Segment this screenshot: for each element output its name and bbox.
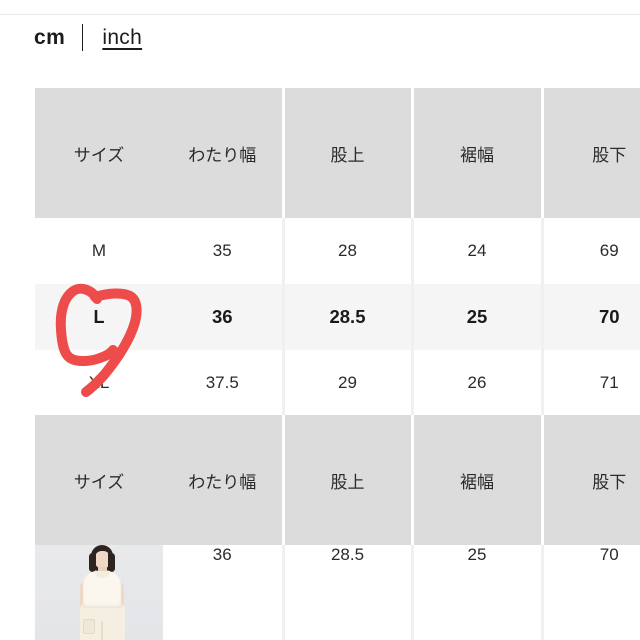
size-table-secondary-body: 36 28.5 25 70 (35, 545, 640, 640)
model-cargo-pocket (83, 619, 95, 634)
model-photo-image[interactable] (35, 545, 163, 640)
cell-rise: 29 (283, 350, 414, 416)
cell-rise: 28.5 (283, 545, 414, 640)
table-row: M 35 28 24 69 (35, 218, 640, 284)
cell-thigh-width: 36 (163, 284, 285, 350)
size-table-secondary-header: サイズ わたり幅 股上 裾幅 股下 (35, 415, 640, 545)
table-row: XL 37.5 29 26 71 (35, 350, 640, 416)
cell-hem-width: 25 (412, 284, 544, 350)
cell-hem-width: 26 (412, 350, 544, 416)
unit-toggle-separator (82, 23, 84, 51)
column-header-rise: 股上 (283, 415, 414, 545)
cell-thigh-width: 37.5 (163, 350, 285, 416)
model-hair-right (108, 553, 115, 572)
column-header-size: サイズ (35, 88, 163, 218)
table-row-highlighted: L 36 28.5 25 70 (35, 284, 640, 350)
cell-inseam: 70 (542, 545, 640, 640)
cell-size: M (35, 218, 163, 284)
size-table-primary: サイズ わたり幅 股上 裾幅 股下 M 35 28 24 69 L 36 28.… (35, 88, 640, 416)
unit-toggle[interactable]: cm inch (34, 20, 142, 54)
size-table-secondary: サイズ わたり幅 股上 裾幅 股下 36 28.5 25 70 (35, 415, 640, 640)
size-table-primary-body: M 35 28 24 69 L 36 28.5 25 70 XL 37.5 29… (35, 218, 640, 416)
column-header-inseam: 股下 (542, 88, 640, 218)
cell-hem-width: 24 (412, 218, 544, 284)
top-divider (0, 14, 640, 15)
table-header-row: サイズ わたり幅 股上 裾幅 股下 (35, 88, 640, 218)
size-table-primary-header: サイズ わたり幅 股上 裾幅 股下 (35, 88, 640, 218)
cell-inseam: 70 (542, 284, 640, 350)
column-header-hem-width: 裾幅 (412, 88, 544, 218)
cell-hem-width: 25 (412, 545, 544, 640)
unit-option-cm[interactable]: cm (34, 27, 65, 48)
cell-model-photo[interactable] (35, 545, 163, 640)
column-header-rise: 股上 (283, 88, 414, 218)
cell-rise: 28 (283, 218, 414, 284)
column-header-inseam: 股下 (542, 415, 640, 545)
cell-thigh-width: 35 (163, 218, 285, 284)
column-header-size: サイズ (35, 415, 163, 545)
cell-rise: 28.5 (283, 284, 414, 350)
cell-size: XL (35, 350, 163, 416)
column-header-thigh-width: わたり幅 (163, 88, 285, 218)
unit-option-inch[interactable]: inch (102, 27, 142, 48)
table-header-row: サイズ わたり幅 股上 裾幅 股下 (35, 415, 640, 545)
table-row: 36 28.5 25 70 (35, 545, 640, 640)
cell-size: L (35, 284, 163, 350)
cell-thigh-width: 36 (163, 545, 285, 640)
column-header-hem-width: 裾幅 (412, 415, 544, 545)
column-header-thigh-width: わたり幅 (163, 415, 285, 545)
cell-inseam: 69 (542, 218, 640, 284)
model-hair-left (89, 553, 96, 572)
cell-inseam: 71 (542, 350, 640, 416)
model-pants-seam (101, 621, 103, 640)
